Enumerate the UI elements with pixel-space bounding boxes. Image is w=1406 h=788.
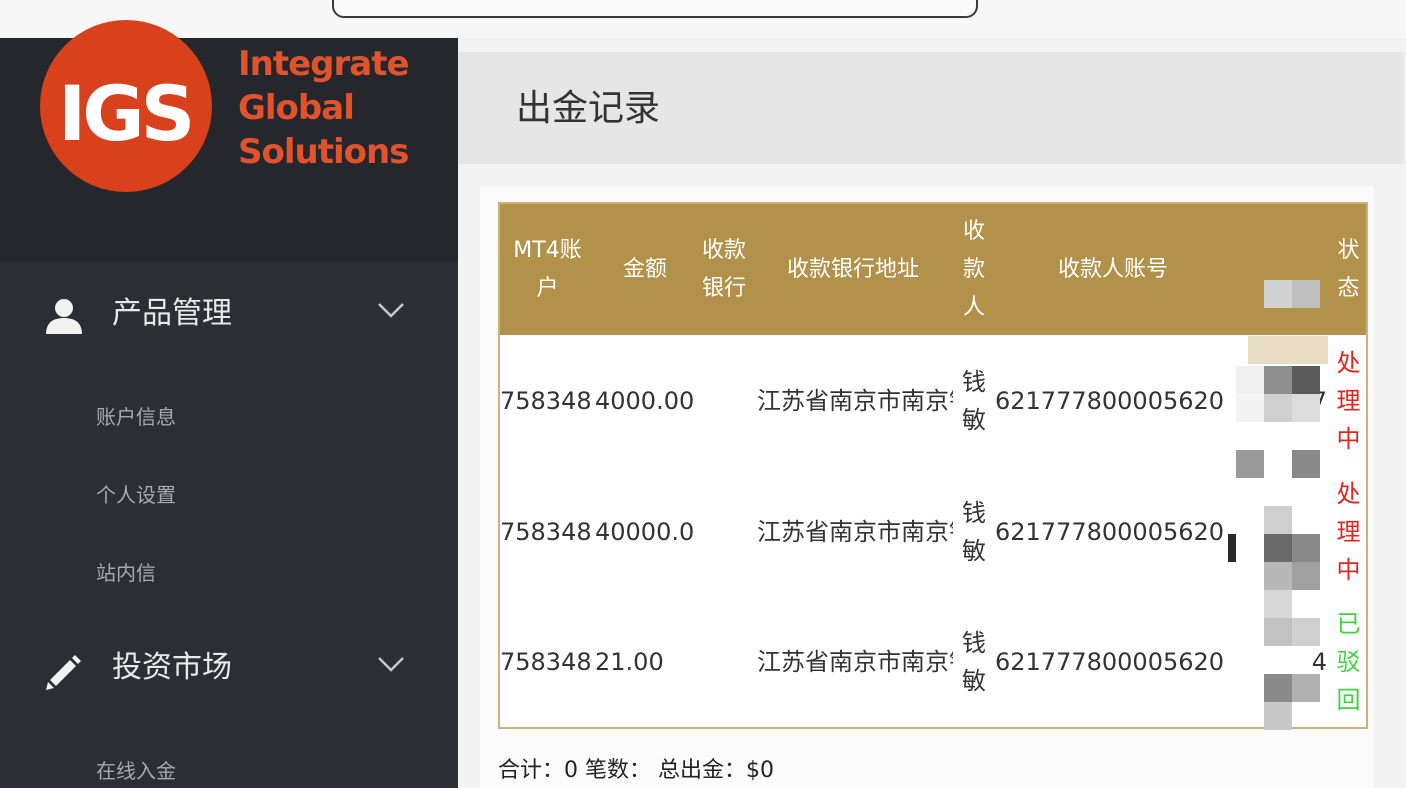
cell-status: 处理中 (1331, 335, 1367, 466)
cell-mt4-account: 758348 (499, 466, 595, 597)
cell-payee-text: 钱敏 (962, 498, 986, 565)
cell-payee: 钱敏 (953, 597, 995, 728)
cell-bank (695, 597, 753, 728)
logo-line: Solutions (238, 132, 409, 172)
cell-amount: 4000.00 (595, 335, 695, 466)
column-header-mt4-account[interactable]: MT4账户 (499, 203, 595, 335)
cell-amount: 40000.00 (595, 466, 695, 597)
cell-mt4-account: 758348 (499, 335, 595, 466)
summary-text: 合计：0 笔数： 总出金：$0 (498, 758, 774, 783)
logo-text: Integrate Global Solutions (238, 42, 438, 174)
cell-bank-address: 江苏省南京市南京银行广州路支行 (753, 466, 953, 597)
cell-amount: 21.00 (595, 597, 695, 728)
column-header-status[interactable]: 状态 (1331, 203, 1367, 335)
page-title: 出金记录 (516, 88, 661, 129)
column-header-amount[interactable]: 金额 (595, 203, 695, 335)
sidebar-item-online-deposit[interactable]: 在线入金 (96, 756, 176, 786)
cell-payee-account: 621777800005620 (995, 466, 1231, 597)
logo-line: Integrate (238, 44, 410, 84)
cell-bank (695, 335, 753, 466)
address-bar[interactable] (332, 0, 978, 18)
logo-area: IGS Integrate Global Solutions (0, 20, 458, 262)
chevron-down-icon (378, 303, 404, 318)
chevron-down-icon (378, 657, 404, 672)
pencil-icon (46, 655, 81, 690)
cell-payee-account: 621777800005620 (995, 335, 1231, 466)
cell-status: 已驳回 (1331, 597, 1367, 728)
user-icon (46, 299, 82, 334)
nav-section-investment-market[interactable]: 投资市场 (0, 628, 458, 708)
cell-status: 处理中 (1331, 466, 1367, 597)
column-header-bank-address[interactable]: 收款银行地址 (753, 203, 953, 335)
browser-top-bar (0, 0, 1406, 38)
sidebar-item-inbox[interactable]: 站内信 (96, 558, 156, 588)
cell-payee-text: 钱敏 (962, 629, 986, 695)
column-header-bank[interactable]: 收款银行 (695, 203, 753, 335)
cell-payee-account: 621777800005620 (995, 597, 1231, 728)
logo-line: Global (238, 88, 355, 128)
cell-payee: 钱敏 (953, 335, 995, 466)
logo-letters: IGS (58, 69, 195, 158)
nav-section-label: 投资市场 (112, 650, 232, 685)
cell-status-text: 已驳回 (1336, 610, 1361, 714)
cell-mt4-account: 758348 (499, 597, 595, 728)
cell-payee-text: 钱敏 (962, 367, 986, 434)
nav-section-label: 产品管理 (112, 296, 232, 331)
cell-bank-address: 江苏省南京市南京银行广州路支行 (753, 335, 953, 466)
column-header-payee-account[interactable]: 收款人账号 (995, 203, 1231, 335)
cell-payee: 钱敏 (953, 466, 995, 597)
nav-section-product-management[interactable]: 产品管理 (0, 274, 458, 354)
cell-status-text: 处理中 (1336, 479, 1361, 584)
sidebar-item-account-info[interactable]: 账户信息 (96, 402, 176, 432)
pixelated-blur (1228, 280, 1328, 730)
cell-status-text: 处理中 (1336, 348, 1361, 453)
sidebar-item-personal-settings[interactable]: 个人设置 (96, 480, 176, 510)
sidebar: IGS Integrate Global Solutions 产品管理 账户信息… (0, 20, 458, 788)
column-header-payee[interactable]: 收款人 (953, 203, 995, 335)
cell-bank (695, 466, 753, 597)
cell-bank-address: 江苏省南京市南京银行广州路支行 (753, 597, 953, 728)
page-header: 出金记录 (458, 52, 1404, 164)
